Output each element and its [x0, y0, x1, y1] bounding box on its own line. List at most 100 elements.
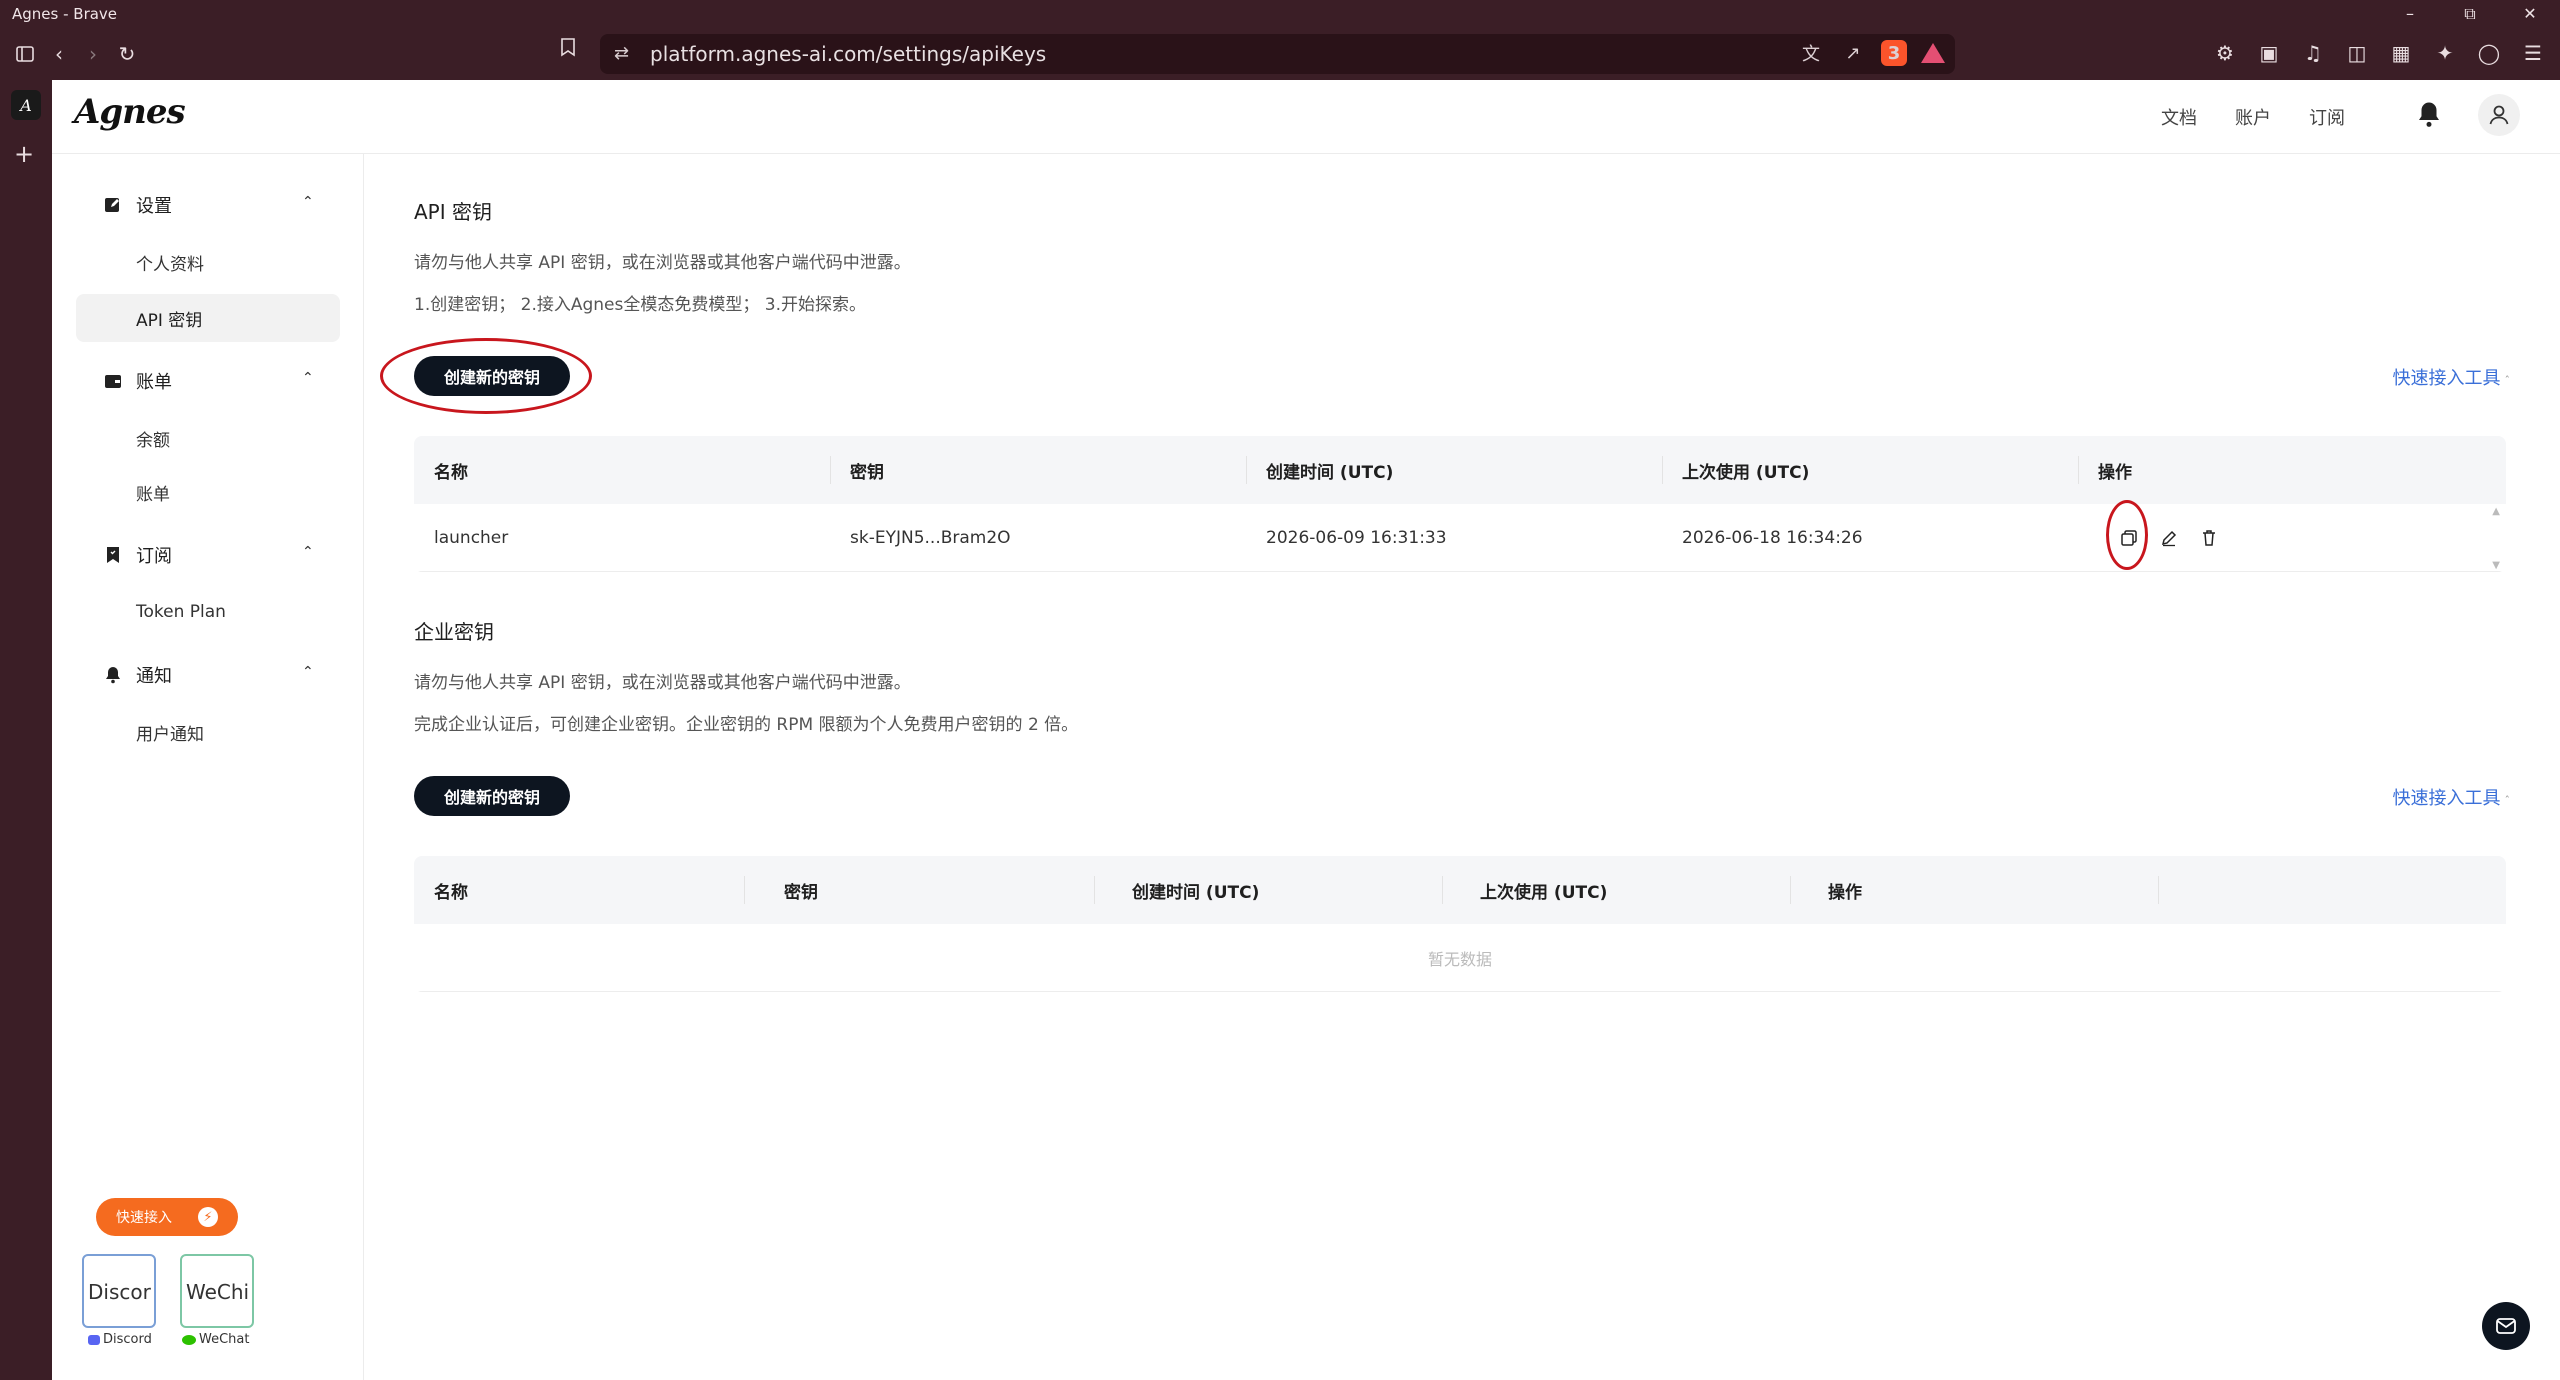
quick-tools-link[interactable]: 快速接入工具 ˆ	[2393, 784, 2511, 810]
scroll-down-icon[interactable]: ▼	[2492, 560, 2500, 571]
bell-icon	[106, 667, 120, 684]
sidebar-group-subscription[interactable]: 订阅	[106, 542, 172, 568]
bookmark-icon	[107, 547, 119, 563]
back-icon[interactable]: ‹	[42, 37, 76, 71]
agnes-tab-icon[interactable]: A	[11, 90, 41, 120]
edit-square-icon	[105, 198, 119, 212]
enterprise-keys-warning: 请勿与他人共享 API 密钥，或在浏览器或其他客户端代码中泄露。	[414, 673, 911, 693]
create-enterprise-key-button[interactable]: 创建新的密钥	[414, 776, 570, 816]
bell-icon[interactable]	[2414, 100, 2444, 130]
column-divider	[1790, 876, 1791, 904]
wechat-qr-image: WeChi	[180, 1254, 254, 1328]
sidebar-group-notifications[interactable]: 通知	[106, 662, 172, 688]
main-content: API 密钥 请勿与他人共享 API 密钥，或在浏览器或其他客户端代码中泄露。 …	[364, 154, 2560, 1380]
sidepanel-icon[interactable]: ◫	[2340, 36, 2374, 70]
share-icon[interactable]: ↗	[1839, 43, 1867, 64]
brave-shield-icon[interactable]: 3	[1881, 40, 1907, 66]
sidebar-item-token-plan[interactable]: Token Plan	[76, 588, 340, 636]
media-icon[interactable]: ♫	[2296, 36, 2330, 70]
key-last-used: 2026-06-18 16:34:26	[1682, 528, 1863, 548]
wallet-icon	[105, 375, 121, 388]
col-key: 密钥	[850, 462, 884, 483]
sidebar-group-label: 设置	[136, 196, 172, 217]
scroll-up-icon[interactable]: ▲	[2492, 506, 2500, 517]
browser-titlebar: Agnes - Brave – ⧉ ✕	[0, 0, 2560, 27]
chevron-up-icon[interactable]: ⌃	[302, 544, 314, 560]
empty-state-text: 暂无数据	[1427, 949, 1492, 969]
forward-icon[interactable]: ›	[76, 37, 110, 71]
rewards-icon[interactable]	[1921, 43, 1945, 63]
sidebar-item-balance[interactable]: 余额	[76, 414, 340, 462]
nav-account[interactable]: 账户	[2235, 104, 2271, 130]
sidebar-item-api-keys[interactable]: API 密钥	[76, 294, 340, 342]
quick-tools-link[interactable]: 快速接入工具 ˆ	[2393, 364, 2511, 390]
url-text[interactable]: platform.agnes-ai.com/settings/apiKeys	[650, 42, 1046, 66]
col-name: 名称	[434, 462, 468, 483]
bookmark-icon[interactable]	[560, 37, 576, 62]
extensions-icon[interactable]: ⚙	[2208, 36, 2242, 70]
top-nav: 文档 账户 订阅	[2161, 104, 2345, 130]
minimize-icon[interactable]: –	[2380, 0, 2440, 27]
chevron-up-icon[interactable]: ⌃	[302, 194, 314, 210]
wallet-icon[interactable]: ▦	[2384, 36, 2418, 70]
new-tab-icon[interactable]: +	[14, 140, 34, 168]
chevron-up-icon[interactable]: ⌃	[302, 664, 314, 680]
quick-access-button[interactable]: 快速接入 ⚡	[96, 1198, 238, 1236]
enterprise-keys-table: 名称 密钥 创建时间 (UTC) 上次使用 (UTC) 操作 暂无数据	[414, 856, 2506, 992]
wechat-link[interactable]: WeChat	[182, 1332, 249, 1347]
chevron-up-icon[interactable]: ⌃	[302, 370, 314, 386]
sidebar-group-billing[interactable]: 账单	[105, 368, 172, 394]
site-settings-icon[interactable]: ⇄	[614, 43, 629, 64]
column-divider	[830, 456, 831, 484]
shield-count: 3	[1887, 42, 1901, 64]
enterprise-keys-title: 企业密钥	[414, 620, 494, 644]
translate-icon[interactable]: 文	[1797, 40, 1825, 66]
discord-qr-image: Discor	[82, 1254, 156, 1328]
leo-ai-icon[interactable]: ✦	[2428, 36, 2462, 70]
sidebar-group-label: 账单	[136, 372, 172, 393]
nav-subscription[interactable]: 订阅	[2309, 104, 2345, 130]
quick-access-label: 快速接入	[116, 1210, 172, 1226]
settings-sidebar: 设置 ⌃ 个人资料 API 密钥 账单 ⌃ 余额 账单 订阅 ⌃ Token P…	[52, 154, 364, 1380]
sidebar-group-settings[interactable]: 设置	[105, 192, 172, 218]
wechat-icon	[182, 1334, 196, 1345]
nav-docs[interactable]: 文档	[2161, 104, 2197, 130]
key-name: launcher	[434, 528, 509, 548]
sidebar-toggle-icon[interactable]	[8, 37, 42, 71]
sidebar-group-label: 订阅	[136, 546, 172, 567]
delete-icon[interactable]	[2200, 529, 2218, 547]
discord-caption: Discord	[103, 1332, 152, 1347]
close-icon[interactable]: ✕	[2500, 0, 2560, 27]
edit-icon[interactable]	[2160, 529, 2178, 547]
discord-link[interactable]: Discord	[88, 1332, 152, 1347]
lightning-icon: ⚡	[198, 1207, 218, 1227]
support-chat-button[interactable]	[2482, 1302, 2530, 1350]
annotation-ring-copy	[2106, 500, 2148, 570]
window-title: Agnes - Brave	[12, 4, 118, 23]
col-last-used: 上次使用 (UTC)	[1480, 882, 1608, 903]
address-bar[interactable]: ⇄ platform.agnes-ai.com/settings/apiKeys…	[600, 34, 1955, 74]
wechat-caption: WeChat	[199, 1332, 250, 1347]
logo[interactable]: Agnes	[74, 92, 186, 132]
api-keys-warning: 请勿与他人共享 API 密钥，或在浏览器或其他客户端代码中泄露。	[414, 253, 911, 273]
screenshot-icon[interactable]: ▣	[2252, 36, 2286, 70]
sidebar-item-bills[interactable]: 账单	[76, 468, 340, 516]
quick-tools-label: 快速接入工具	[2392, 368, 2501, 389]
col-created: 创建时间 (UTC)	[1132, 882, 1260, 903]
column-divider	[1662, 456, 1663, 484]
vpn-icon[interactable]: ◯	[2472, 36, 2506, 70]
sidebar-item-user-notifications[interactable]: 用户通知	[76, 708, 340, 756]
empty-row: 暂无数据	[414, 924, 2506, 992]
window-controls: – ⧉ ✕	[2380, 0, 2560, 27]
sidebar-group-label: 通知	[136, 666, 172, 687]
menu-icon[interactable]: ☰	[2516, 36, 2550, 70]
chevron-up-icon: ˆ	[2504, 374, 2511, 387]
reload-icon[interactable]: ↻	[110, 37, 144, 71]
table-header: 名称 密钥 创建时间 (UTC) 上次使用 (UTC) 操作	[414, 436, 2506, 504]
column-divider	[744, 876, 745, 904]
restore-icon[interactable]: ⧉	[2440, 0, 2500, 27]
app-header: Agnes 文档 账户 订阅	[52, 80, 2560, 154]
sidebar-item-profile[interactable]: 个人资料	[76, 238, 340, 286]
col-actions: 操作	[2098, 462, 2132, 483]
user-avatar-icon[interactable]	[2478, 94, 2520, 136]
